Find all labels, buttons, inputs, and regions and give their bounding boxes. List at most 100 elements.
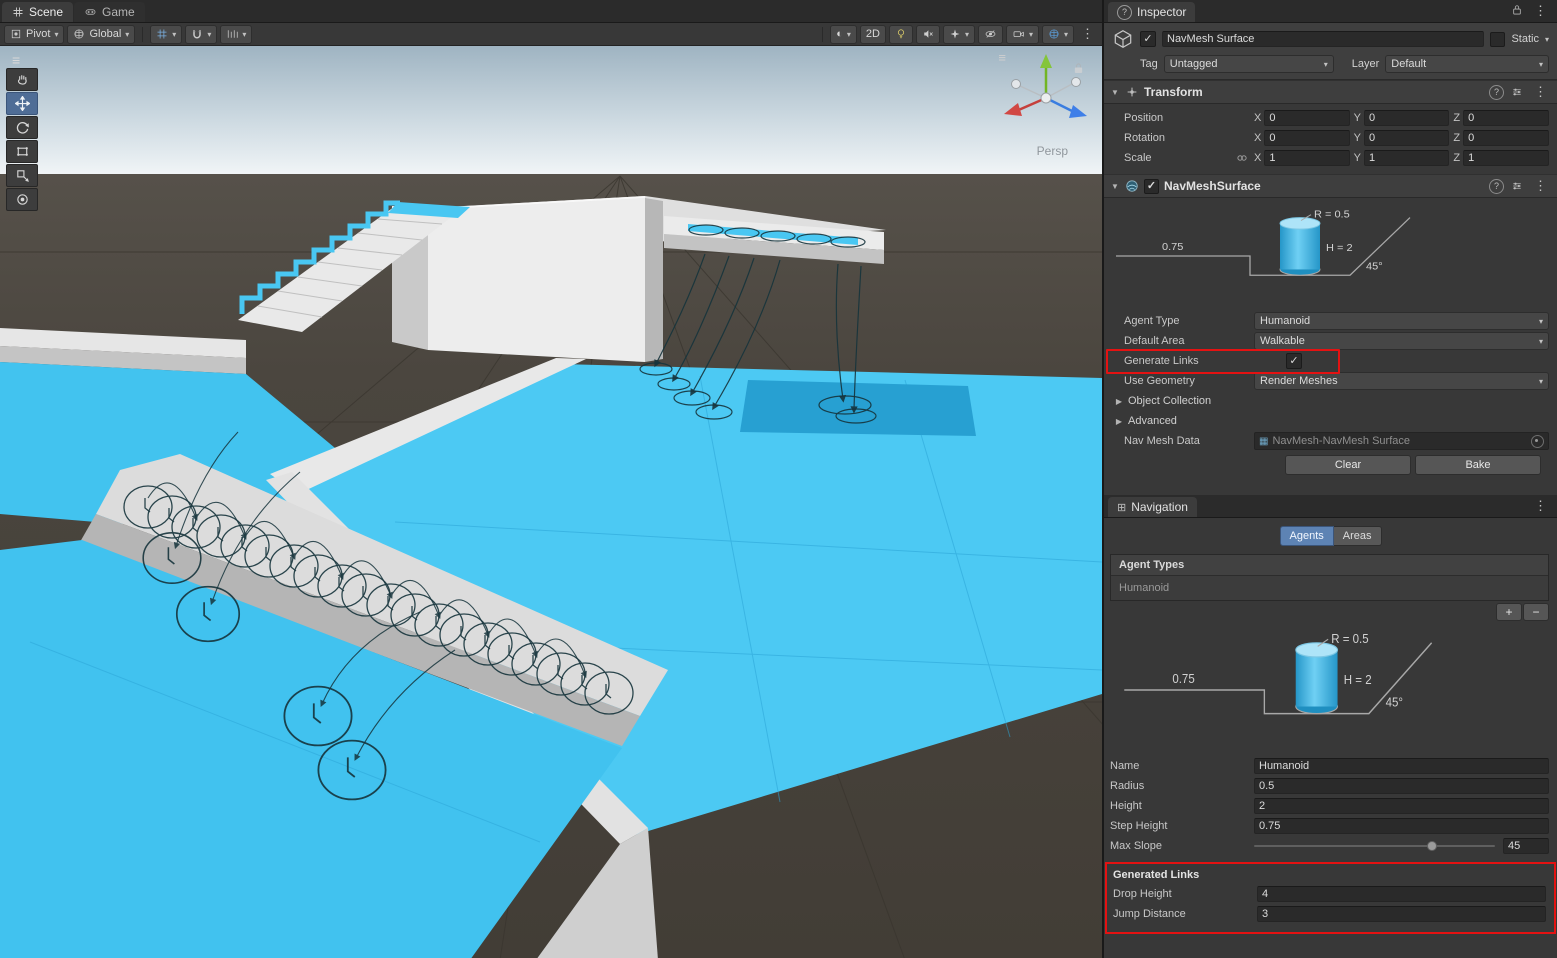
toolbar-more-icon[interactable]: ⋮ — [1077, 26, 1098, 42]
grid-visibility-toggle[interactable]: ▾ — [150, 25, 182, 44]
tab-scene[interactable]: Scene — [2, 2, 73, 22]
use-geometry-dropdown[interactable]: Render Meshes ▾ — [1254, 372, 1549, 390]
drop-height-field[interactable] — [1257, 886, 1546, 902]
scene-overlay-menu-icon[interactable]: ≡ — [12, 52, 20, 68]
constrain-proportions-icon[interactable] — [1236, 152, 1248, 164]
position-x-field[interactable] — [1264, 110, 1349, 126]
2d-toggle[interactable]: 2D — [860, 25, 886, 44]
static-checkbox[interactable] — [1490, 32, 1505, 47]
bake-button[interactable]: Bake — [1415, 455, 1541, 475]
tab-game[interactable]: Game — [74, 2, 145, 22]
position-y-field[interactable] — [1364, 110, 1449, 126]
foldout-open-icon[interactable]: ▼ — [1110, 182, 1120, 191]
sky — [0, 46, 1102, 175]
pivot-dropdown[interactable]: Pivot ▾ — [4, 25, 64, 44]
scale-z-field[interactable] — [1463, 150, 1549, 166]
axis-x-label: X — [1254, 112, 1261, 124]
scale-tool-button[interactable] — [6, 164, 38, 187]
tab-inspector[interactable]: ? Inspector — [1108, 2, 1195, 22]
presets-icon[interactable] — [1511, 180, 1523, 192]
pivot-icon — [10, 28, 22, 40]
scale-y-field[interactable] — [1364, 150, 1449, 166]
rotate-tool-button[interactable] — [6, 116, 38, 139]
jump-distance-field[interactable] — [1257, 906, 1546, 922]
effects-dropdown[interactable]: ▾ — [943, 25, 975, 44]
snap-increment-dropdown[interactable]: ▾ — [220, 25, 252, 44]
height-field[interactable] — [1254, 798, 1549, 814]
rect-tool-button[interactable] — [6, 140, 38, 163]
agent-type-dropdown[interactable]: Humanoid ▾ — [1254, 312, 1549, 330]
max-slope-field[interactable] — [1503, 838, 1549, 854]
caret-down-icon: ▾ — [965, 30, 969, 39]
scale-x-field[interactable] — [1264, 150, 1349, 166]
nav-mesh-data-label: Nav Mesh Data — [1124, 435, 1254, 447]
snap-toggle[interactable]: ▾ — [185, 25, 217, 44]
rotation-x-field[interactable] — [1264, 130, 1349, 146]
move-tool-button[interactable] — [6, 92, 38, 115]
remove-agent-button[interactable]: − — [1523, 603, 1549, 621]
tab-navigation[interactable]: ⊞ Navigation — [1108, 497, 1197, 517]
camera-settings-dropdown[interactable]: ▾ — [1006, 25, 1039, 44]
navigation-header: ⊞ Navigation ⋮ — [1104, 495, 1557, 518]
agent-type-list-item[interactable]: Humanoid — [1111, 576, 1548, 600]
foldout-open-icon[interactable]: ▼ — [1110, 88, 1120, 97]
advanced-foldout[interactable]: ▶ Advanced — [1104, 411, 1549, 431]
navigation-more-icon[interactable]: ⋮ — [1530, 498, 1551, 514]
gizmos-dropdown[interactable]: ▾ — [1042, 25, 1074, 44]
gameobject-name-field[interactable] — [1162, 31, 1484, 47]
rotation-z-field[interactable] — [1463, 130, 1549, 146]
tab-areas[interactable]: Areas — [1334, 526, 1382, 546]
rotation-y-field[interactable] — [1364, 130, 1449, 146]
agent-type-row: Agent Type Humanoid ▾ — [1104, 311, 1549, 331]
lighting-toggle[interactable] — [889, 25, 913, 44]
help-icon[interactable]: ? — [1489, 85, 1504, 100]
audio-toggle[interactable] — [916, 25, 940, 44]
add-agent-button[interactable]: + — [1496, 603, 1522, 621]
scene-visibility-toggle[interactable] — [978, 25, 1003, 44]
help-icon[interactable]: ? — [1489, 179, 1504, 194]
agent-types-header: Agent Types — [1111, 555, 1548, 576]
caret-down-icon: ▾ — [207, 30, 211, 39]
transform-header[interactable]: ▼ Transform ? ⋮ — [1104, 80, 1557, 104]
caret-down-icon: ▾ — [1064, 30, 1068, 39]
default-area-dropdown[interactable]: Walkable ▾ — [1254, 332, 1549, 350]
camera-icon — [1012, 28, 1025, 40]
tab-agents[interactable]: Agents — [1280, 526, 1334, 546]
default-area-label: Default Area — [1124, 335, 1254, 347]
diagram-radius-label: R = 0.5 — [1331, 631, 1369, 646]
global-dropdown[interactable]: Global ▾ — [67, 25, 135, 44]
radius-field[interactable] — [1254, 778, 1549, 794]
projection-label[interactable]: Persp — [1037, 144, 1068, 158]
component-more-icon[interactable]: ⋮ — [1530, 84, 1551, 100]
navmeshsurface-header[interactable]: ▼ ✓ NavMeshSurface ? ⋮ — [1104, 174, 1557, 198]
scene-options-menu-icon[interactable]: ≡ — [998, 50, 1006, 65]
component-enabled-checkbox[interactable]: ✓ — [1144, 179, 1159, 194]
gameobject-active-checkbox[interactable]: ✓ — [1140, 31, 1156, 47]
presets-icon[interactable] — [1511, 86, 1523, 98]
generate-links-checkbox[interactable]: ✓ — [1286, 353, 1302, 369]
object-picker-icon[interactable] — [1531, 435, 1544, 448]
slider-knob[interactable] — [1427, 841, 1437, 851]
agent-diagram: 0.75 R = 0.5 H = 2 45° — [1104, 621, 1557, 756]
inspector-more-icon[interactable]: ⋮ — [1530, 3, 1551, 19]
tag-dropdown[interactable]: Untagged ▾ — [1164, 55, 1334, 73]
component-more-icon[interactable]: ⋮ — [1530, 178, 1551, 194]
layer-dropdown[interactable]: Default ▾ — [1385, 55, 1549, 73]
step-height-field[interactable] — [1254, 818, 1549, 834]
scene-viewport[interactable]: ≡ ≡ Persp — [0, 46, 1102, 958]
inspector-lock-icon[interactable] — [1512, 4, 1522, 18]
static-caret-icon[interactable]: ▾ — [1545, 35, 1549, 44]
shading-mode-dropdown[interactable]: ◐ ▾ — [830, 25, 857, 44]
position-z-field[interactable] — [1463, 110, 1549, 126]
object-collection-foldout[interactable]: ▶ Object Collection — [1104, 391, 1549, 411]
max-slope-slider[interactable] — [1254, 838, 1495, 854]
shaded-sphere-icon: ◐ — [836, 28, 843, 40]
hand-tool-button[interactable] — [6, 68, 38, 91]
gizmo-lock-icon[interactable] — [1073, 62, 1084, 77]
agent-name-field[interactable] — [1254, 758, 1549, 774]
nav-mesh-data-field[interactable]: ▦ NavMesh-NavMesh Surface — [1254, 432, 1549, 450]
clear-button[interactable]: Clear — [1285, 455, 1411, 475]
transform-tool-button[interactable] — [6, 188, 38, 211]
name-label: Name — [1110, 760, 1254, 772]
jump-distance-row: Jump Distance — [1107, 904, 1546, 924]
